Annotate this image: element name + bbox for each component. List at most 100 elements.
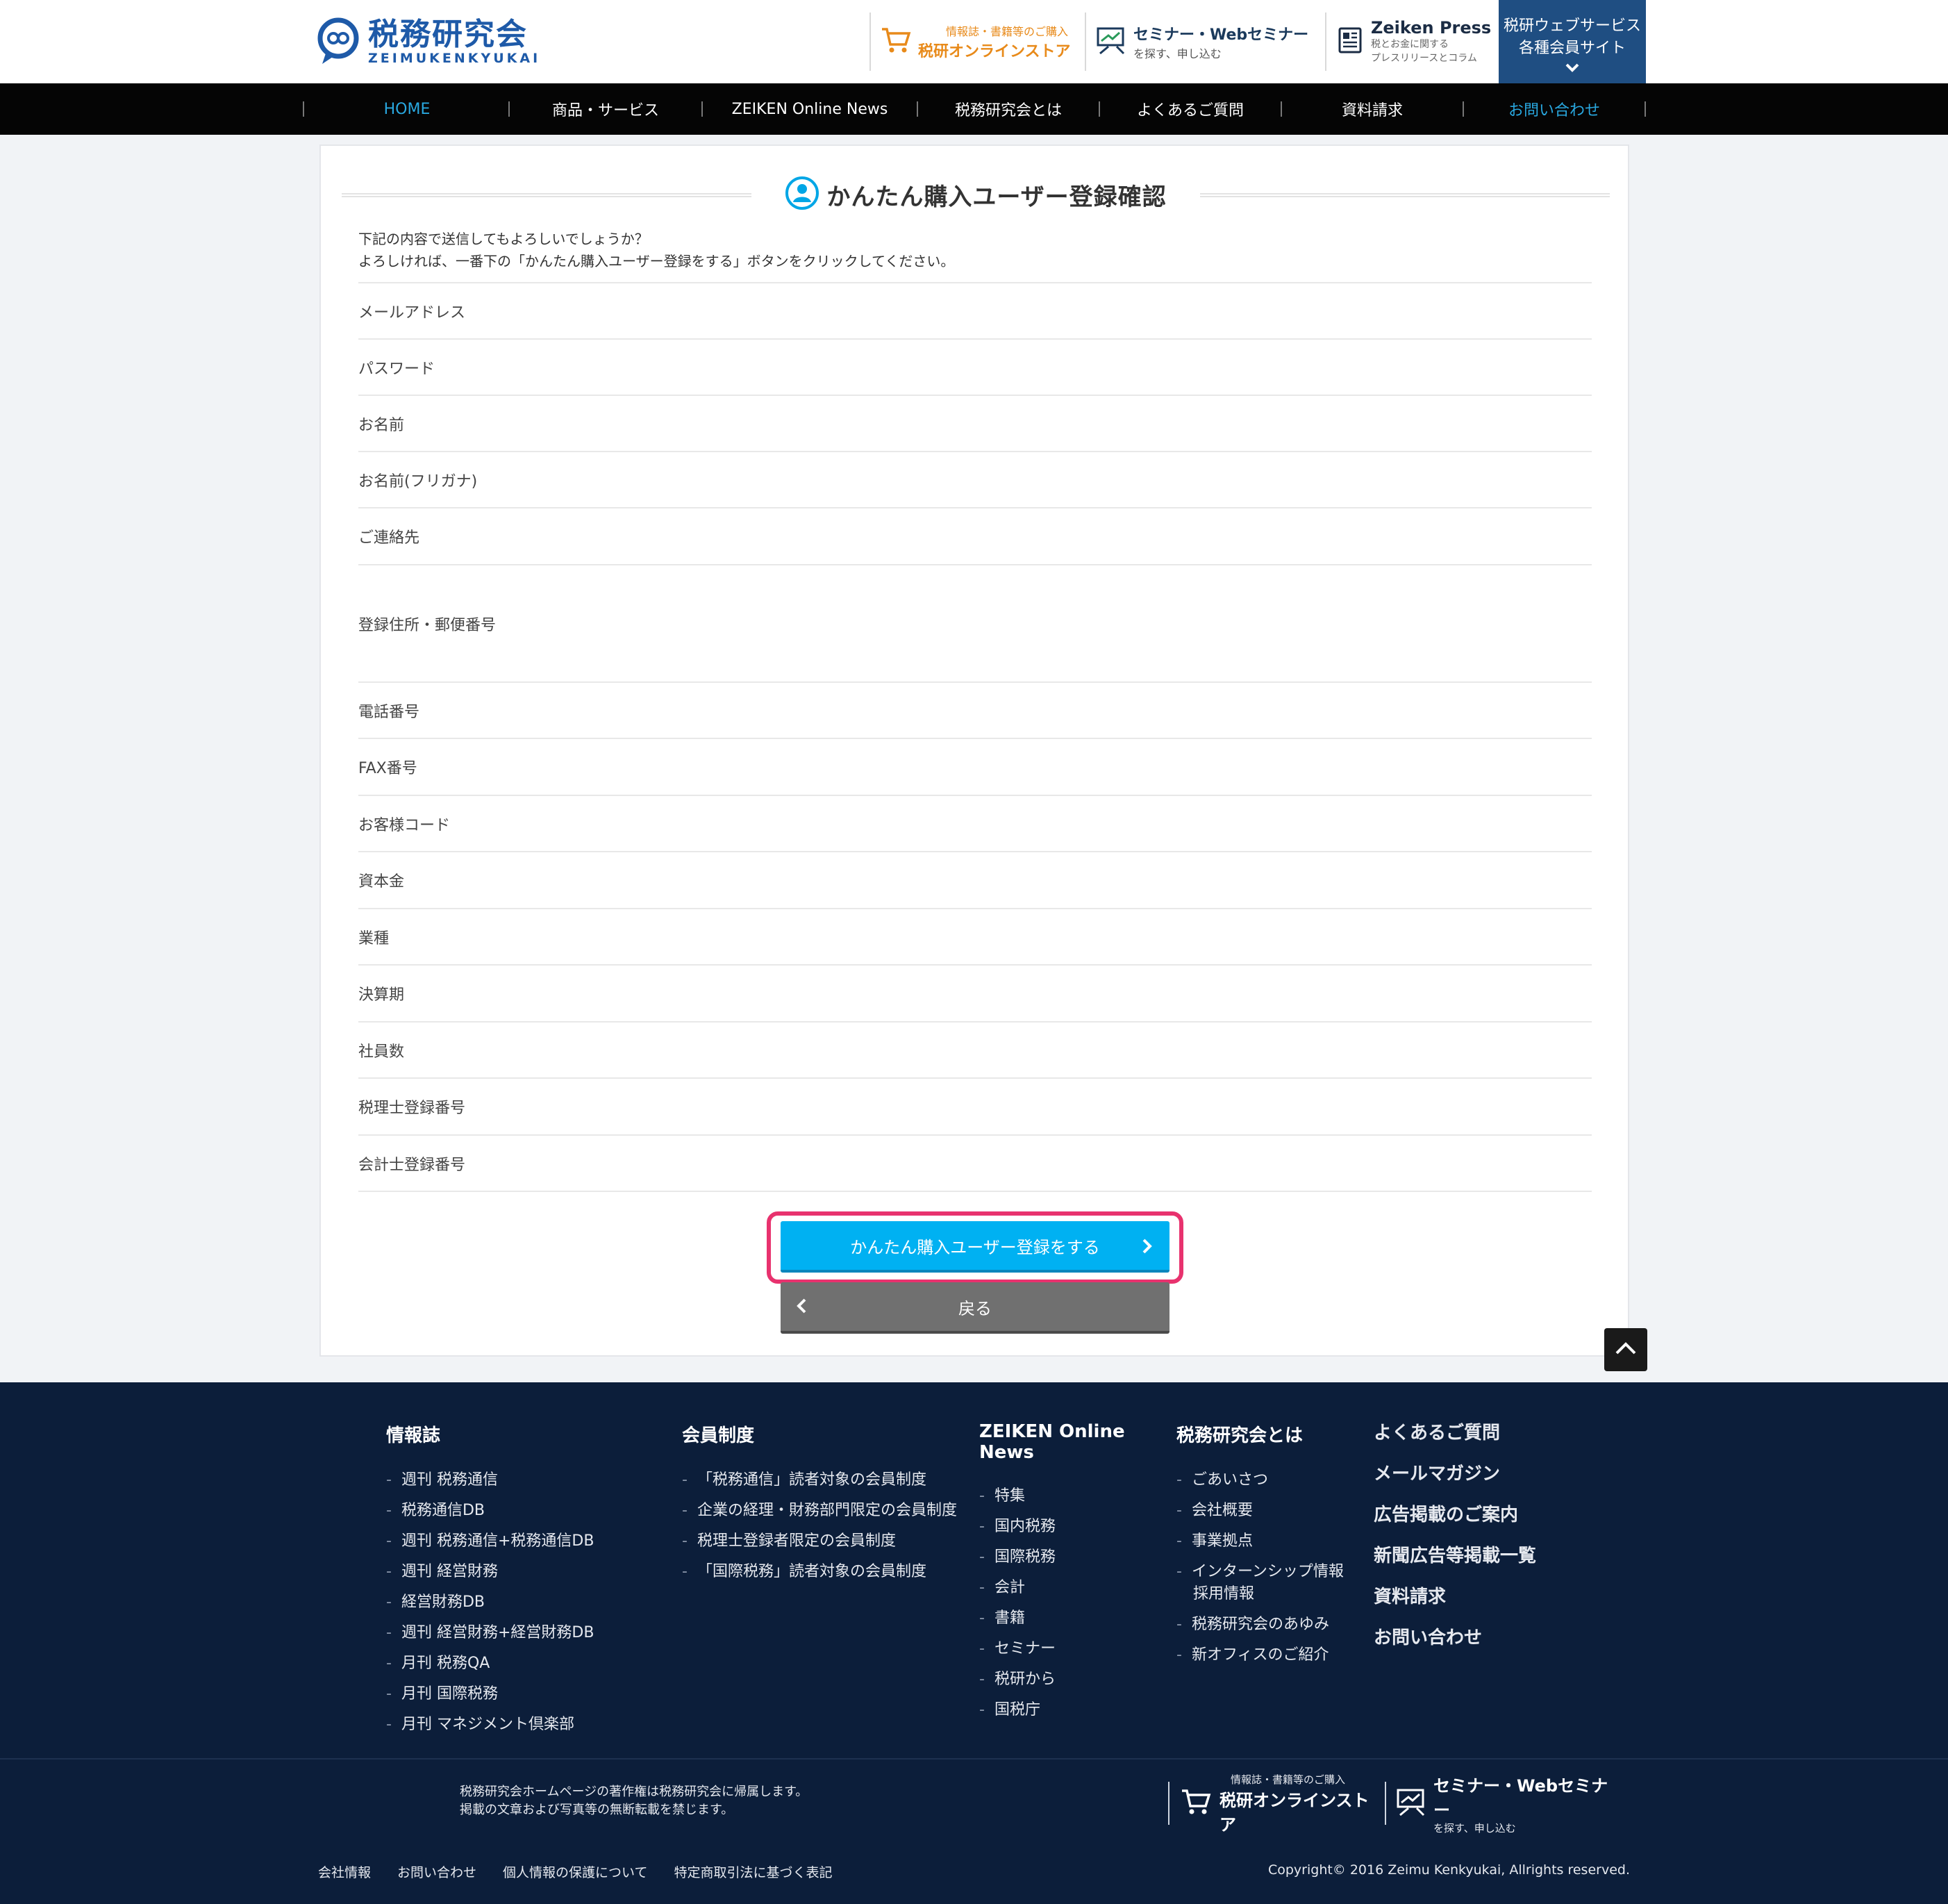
field-label: お客様コード [358, 816, 451, 834]
footer-link[interactable]: 資料請求 [1374, 1577, 1582, 1618]
footer-link[interactable]: - ごあいさつ [1176, 1465, 1371, 1496]
field-row: 決算期 [358, 966, 1592, 1023]
field-label: 登録住所・郵便番号 [358, 616, 497, 634]
footer-link[interactable]: - 事業拠点 [1176, 1526, 1371, 1557]
field-row: ご連絡先 [358, 508, 1592, 565]
press-subtitle-1: 税とお金に関する [1371, 39, 1449, 50]
footer-link[interactable]: - 「国際税務」読者対象の会員制度 [682, 1557, 974, 1587]
logo-en: ZEIMUKENKYUKAI [368, 51, 541, 66]
footer-link[interactable]: - 企業の経理・財務部門限定の会員制度 [682, 1496, 974, 1526]
header-press-link[interactable]: Zeiken Press 税とお金に関する プレスリリースとコラム [1325, 13, 1499, 71]
footer-link[interactable]: - 書籍 [979, 1603, 1174, 1634]
field-label: 決算期 [358, 986, 405, 1004]
footer-legal-link[interactable]: 個人情報の保護について [503, 1862, 647, 1881]
footer-link[interactable]: - 月刊 国際税務 [386, 1679, 678, 1710]
field-row: パスワード [358, 340, 1592, 396]
nav-request[interactable]: 資料請求 [1282, 83, 1463, 135]
footer-link[interactable]: - 税務研究会のあゆみ [1176, 1609, 1371, 1640]
copyright-note-1: 税務研究会ホームページの著作権は税務研究会に帰属します。 [460, 1785, 808, 1799]
nav-home[interactable]: HOME [304, 83, 510, 135]
footer-link[interactable]: - 会計 [979, 1573, 1174, 1603]
field-row: 会計士登録番号 [358, 1136, 1592, 1192]
logo-mark-icon [317, 17, 360, 67]
footer-link[interactable]: - 税研から [979, 1664, 1174, 1695]
footer-seminar-title: セミナー・Webセミナー [1433, 1775, 1608, 1820]
footer-col-title: 会員制度 [682, 1425, 755, 1446]
intro-text: 下記の内容で送信してもよろしいでしょうか？ よろしければ、一番下の「かんたん購入… [358, 228, 954, 272]
footer-link[interactable]: - 税務通信DB [386, 1496, 678, 1526]
field-label: FAX番号 [358, 760, 417, 777]
footer-link[interactable]: - 週刊 経営財務 [386, 1557, 678, 1587]
footer-link[interactable]: - 週刊 税務通信 [386, 1465, 678, 1496]
web-services-dropdown[interactable]: 税研ウェブサービス 各種会員サイト [1499, 0, 1646, 83]
field-label: 電話番号 [358, 703, 420, 721]
field-row: FAX番号 [358, 739, 1592, 796]
footer-link[interactable]: - 経営財務DB [386, 1587, 678, 1618]
site-header: 税務研究会 ZEIMUKENKYUKAI 情報誌・書籍等のご購入 税研オンライン… [0, 0, 1948, 83]
footer-link[interactable]: 広告掲載のご案内 [1374, 1495, 1582, 1536]
store-subtitle: 情報誌・書籍等のご購入 [946, 25, 1069, 38]
footer-legal-link[interactable]: 特定商取引法に基づく表記 [674, 1862, 832, 1881]
register-submit-button[interactable]: かんたん購入ユーザー登録をする [781, 1221, 1169, 1273]
footer-legal-link[interactable]: 会社情報 [318, 1862, 371, 1881]
footer-legal-link[interactable]: お問い合わせ [397, 1862, 476, 1881]
header-seminar-link[interactable]: セミナー・Webセミナー を探す、申し込む [1085, 13, 1325, 71]
register-submit-label: かんたん購入ユーザー登録をする [850, 1237, 1100, 1257]
footer-link[interactable]: - 新オフィスのご紹介 [1176, 1640, 1371, 1671]
footer-link[interactable]: よくあるご質問 [1374, 1413, 1582, 1454]
field-label: お名前(フリガナ) [358, 472, 478, 490]
sub-footer: 税務研究会ホームページの著作権は税務研究会に帰属します。 掲載の文章および写真等… [0, 1758, 1948, 1904]
nav-online-news[interactable]: ZEIKEN Online News [703, 83, 917, 135]
footer-col-misc: よくあるご質問 メールマガジン 広告掲載のご案内 新聞広告等掲載一覧 資料請求 … [1374, 1413, 1582, 1659]
footer-link[interactable]: - 月刊 税務QA [386, 1648, 678, 1679]
nav-separator [1645, 101, 1646, 117]
footer-link[interactable]: - 国税庁 [979, 1695, 1174, 1725]
footer-link[interactable]: - 会社概要 [1176, 1496, 1371, 1526]
footer-link[interactable]: - 月刊 マネジメント倶楽部 [386, 1710, 678, 1740]
web-services-line2: 各種会員サイト [1518, 40, 1626, 57]
footer-store-subtitle: 情報誌・書籍等のご購入 [1231, 1773, 1346, 1786]
nav-contact[interactable]: お問い合わせ [1464, 83, 1645, 135]
footer-link[interactable]: - 週刊 税務通信+税務通信DB [386, 1526, 678, 1557]
copyright: Copyright© 2016 Zeimu Kenkyukai, Allrigh… [1267, 1862, 1630, 1878]
footer-link[interactable]: - 特集 [979, 1481, 1174, 1512]
cart-icon [1179, 1788, 1213, 1819]
footer-seminar-subtitle: を探す、申し込む [1433, 1821, 1516, 1835]
footer-link[interactable]: - 国内税務 [979, 1512, 1174, 1542]
page-top-button[interactable] [1604, 1328, 1647, 1371]
footer-col-about: 税務研究会とは - ごあいさつ - 会社概要 - 事業拠点 - インターンシップ情報 採… [1176, 1421, 1371, 1671]
footer-store-title: 税研オンラインストア [1219, 1790, 1370, 1835]
back-button[interactable]: 戻る [781, 1282, 1169, 1334]
footer-link[interactable]: - セミナー [979, 1634, 1174, 1664]
footer-seminar-link[interactable]: セミナー・Webセミナー を探す、申し込む [1385, 1776, 1621, 1835]
nav-faq[interactable]: よくあるご質問 [1100, 83, 1281, 135]
intro-line-1: 下記の内容で送信してもよろしいでしょうか？ [358, 231, 649, 247]
cart-icon [881, 26, 911, 57]
field-label: メールアドレス [358, 304, 466, 322]
field-row: 社員数 [358, 1023, 1592, 1079]
footer-link[interactable]: - 税理士登録者限定の会員制度 [682, 1526, 974, 1557]
footer-link[interactable]: - インターンシップ情報 [1176, 1557, 1371, 1583]
chevron-up-icon [1614, 1341, 1638, 1359]
copyright-note: 税務研究会ホームページの著作権は税務研究会に帰属します。 掲載の文章および写真等… [460, 1783, 808, 1819]
field-row: 業種 [358, 909, 1592, 966]
footer-link[interactable]: - 国際税務 [979, 1542, 1174, 1573]
nav-about[interactable]: 税務研究会とは [918, 83, 1099, 135]
footer-store-link[interactable]: 情報誌・書籍等のご購入 税研オンラインストア [1168, 1773, 1383, 1835]
field-label: ご連絡先 [358, 529, 420, 547]
footer-link[interactable]: - 週刊 経営財務+経営財務DB [386, 1618, 678, 1648]
nav-products[interactable]: 商品・サービス [510, 83, 701, 135]
field-label: 資本金 [358, 873, 405, 891]
footer-link[interactable]: お問い合わせ [1374, 1618, 1582, 1659]
footer-link[interactable]: メールマガジン [1374, 1454, 1582, 1495]
field-row: お客様コード [358, 796, 1592, 852]
field-row: お名前(フリガナ) [358, 452, 1592, 508]
field-label: 社員数 [358, 1043, 405, 1061]
site-logo[interactable]: 税務研究会 ZEIMUKENKYUKAI [317, 14, 540, 69]
footer-link[interactable]: - 「税務通信」読者対象の会員制度 [682, 1465, 974, 1496]
press-title: Zeiken Press [1371, 18, 1492, 38]
footer-col-title: 情報誌 [386, 1425, 441, 1446]
footer-link[interactable]: 新聞広告等掲載一覧 [1374, 1536, 1582, 1577]
footer-link[interactable]: 採用情報 [1176, 1583, 1371, 1609]
header-store-link[interactable]: 情報誌・書籍等のご購入 税研オンラインストア [869, 13, 1085, 71]
